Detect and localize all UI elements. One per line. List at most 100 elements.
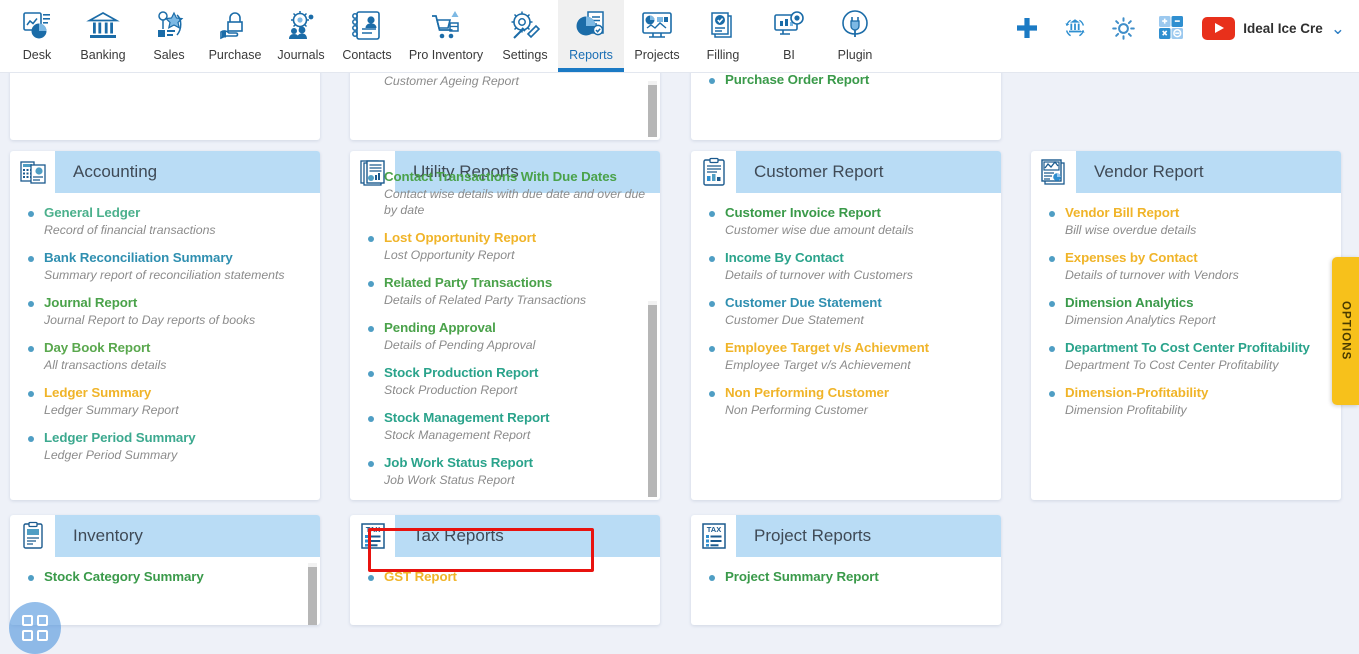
report-link-item[interactable]: Pending ApprovalDetails of Pending Appro…: [350, 320, 660, 353]
nav-item-banking[interactable]: Banking: [70, 0, 136, 72]
report-link-item[interactable]: Income By ContactDetails of turnover wit…: [691, 250, 1001, 283]
nav-item-filling[interactable]: Filling: [690, 0, 756, 72]
nav-item-label: Projects: [634, 48, 679, 62]
report-link-item[interactable]: Lost Opportunity ReportLost Opportunity …: [350, 230, 660, 263]
youtube-play-logo: [1202, 17, 1235, 40]
report-link-item[interactable]: Expenses by ContactDetails of turnover w…: [1031, 250, 1341, 283]
report-link-item[interactable]: Department To Cost Center ProfitabilityD…: [1031, 340, 1341, 373]
purchase-hand-bag-icon: [217, 8, 253, 44]
bullet-icon: [28, 256, 34, 262]
nav-item-sales[interactable]: Sales: [136, 0, 202, 72]
bullet-icon: [28, 391, 34, 397]
report-link-item[interactable]: Customer Invoice ReportCustomer wise due…: [691, 205, 1001, 238]
report-title: Expenses by Contact: [1065, 250, 1327, 266]
report-title: Related Party Transactions: [384, 275, 646, 291]
report-card-project-card: TAXProject ReportsProject Summary Report: [691, 515, 1001, 625]
report-link-item[interactable]: Bank Reconciliation SummarySummary repor…: [10, 250, 320, 283]
chevron-down-icon[interactable]: ⌄: [1331, 20, 1345, 37]
report-link-item[interactable]: Project Summary Report: [691, 569, 1001, 585]
bullet-icon: [368, 236, 374, 242]
grid-four-squares-icon: [22, 615, 48, 641]
report-link-item[interactable]: Non Performing CustomerNon Performing Cu…: [691, 385, 1001, 418]
nav-item-label: Filling: [707, 48, 740, 62]
report-link-item[interactable]: Ledger Period SummaryLedger Period Summa…: [10, 430, 320, 463]
nav-item-desk[interactable]: Desk: [4, 0, 70, 72]
report-link-item[interactable]: Stock Management ReportStock Management …: [350, 410, 660, 443]
nav-item-label: Purchase: [209, 48, 262, 62]
bullet-icon: [368, 575, 374, 581]
nav-item-settings[interactable]: Settings: [492, 0, 558, 72]
bullet-icon: [368, 175, 374, 181]
report-link-item[interactable]: Stock Production ReportStock Production …: [350, 365, 660, 398]
company-name: Ideal Ice Cre: [1243, 21, 1323, 36]
scrollbar-thumb[interactable]: [648, 85, 657, 137]
nav-item-label: Reports: [569, 48, 613, 62]
settings-button[interactable]: [1106, 11, 1140, 45]
nav-item-bi[interactable]: BI: [756, 0, 822, 72]
report-link-item[interactable]: Job Work Status ReportJob Work Status Re…: [350, 455, 660, 488]
report-description: Non Performing Customer: [725, 402, 987, 418]
nav-item-journals[interactable]: Journals: [268, 0, 334, 72]
card-title: Tax Reports: [395, 526, 504, 546]
options-side-tab[interactable]: OPTIONS: [1332, 257, 1359, 405]
report-title: Dimension Analytics: [1065, 295, 1327, 311]
calculator-button[interactable]: [1154, 11, 1188, 45]
nav-item-label: Banking: [80, 48, 125, 62]
report-card-utility-card: Utility ReportsContact Transactions With…: [350, 151, 660, 500]
calculator-report-icon: [10, 151, 55, 193]
report-title: Bank Reconciliation Summary: [44, 250, 306, 266]
report-link-item[interactable]: Dimension AnalyticsDimension Analytics R…: [1031, 295, 1341, 328]
switch-organization-button[interactable]: [1058, 11, 1092, 45]
report-link-item[interactable]: Related Party TransactionsDetails of Rel…: [350, 275, 660, 308]
report-link-item[interactable]: Dimension-ProfitabilityDimension Profita…: [1031, 385, 1341, 418]
card-body: General LedgerRecord of financial transa…: [10, 193, 320, 485]
add-new-button[interactable]: [1010, 11, 1044, 45]
report-title: Journal Report: [44, 295, 306, 311]
nav-item-purchase[interactable]: Purchase: [202, 0, 268, 72]
bullet-icon: [1049, 346, 1055, 352]
report-link-item[interactable]: Contact Transactions With Due DatesConta…: [350, 169, 660, 218]
report-title: Department To Cost Center Profitability: [1065, 340, 1327, 356]
report-link-item[interactable]: Purchase Order Report: [691, 72, 1001, 88]
tax-document-icon: TAX: [691, 515, 736, 557]
bullet-icon: [28, 436, 34, 442]
card-body: GST Report: [350, 557, 660, 607]
scrollbar-thumb[interactable]: [308, 567, 317, 625]
bullet-icon: [709, 346, 715, 352]
report-title: Non Performing Customer: [725, 385, 987, 401]
report-link-item[interactable]: Employee Target v/s AchievmentEmployee T…: [691, 340, 1001, 373]
report-link-item[interactable]: Day Book ReportAll transactions details: [10, 340, 320, 373]
company-switcher[interactable]: Ideal Ice Cre ⌄: [1202, 17, 1345, 40]
report-description: Ledger Summary Report: [44, 402, 306, 418]
bullet-icon: [709, 256, 715, 262]
bullet-icon: [709, 78, 715, 84]
report-title: Lost Opportunity Report: [384, 230, 646, 246]
report-title: Job Work Status Report: [384, 455, 646, 471]
report-link-item[interactable]: GST Report: [350, 569, 660, 585]
nav-item-projects[interactable]: Projects: [624, 0, 690, 72]
report-link-item[interactable]: Stock Category Summary: [10, 569, 320, 585]
report-link-item[interactable]: Ledger SummaryLedger Summary Report: [10, 385, 320, 418]
report-link-item[interactable]: General LedgerRecord of financial transa…: [10, 205, 320, 238]
report-description: Customer Ageing Report: [384, 73, 646, 89]
report-link-item[interactable]: Journal ReportJournal Report to Day repo…: [10, 295, 320, 328]
apps-grid-fab[interactable]: [9, 602, 61, 654]
report-description: Contact wise details with due date and o…: [384, 186, 646, 218]
nav-actions: Ideal Ice Cre ⌄: [1010, 0, 1359, 56]
report-link-item[interactable]: Customer Due StatementCustomer Due State…: [691, 295, 1001, 328]
nav-item-contacts[interactable]: Contacts: [334, 0, 400, 72]
report-title: Employee Target v/s Achievment: [725, 340, 987, 356]
nav-item-reports[interactable]: Reports: [558, 0, 624, 72]
bullet-icon: [368, 281, 374, 287]
nav-item-label: Contacts: [342, 48, 391, 62]
bi-monitor-icon: [771, 8, 807, 44]
card-title: Accounting: [55, 162, 157, 182]
nav-item-pro-inventory[interactable]: Pro Inventory: [400, 0, 492, 72]
nav-item-label: Journals: [277, 48, 324, 62]
report-link-item[interactable]: Vendor Bill ReportBill wise overdue deta…: [1031, 205, 1341, 238]
report-title: Pending Approval: [384, 320, 646, 336]
scrollbar-thumb[interactable]: [648, 305, 657, 497]
report-title: Project Summary Report: [725, 569, 987, 585]
card-body: Project Summary Report: [691, 557, 1001, 607]
nav-item-plugin[interactable]: Plugin: [822, 0, 888, 72]
